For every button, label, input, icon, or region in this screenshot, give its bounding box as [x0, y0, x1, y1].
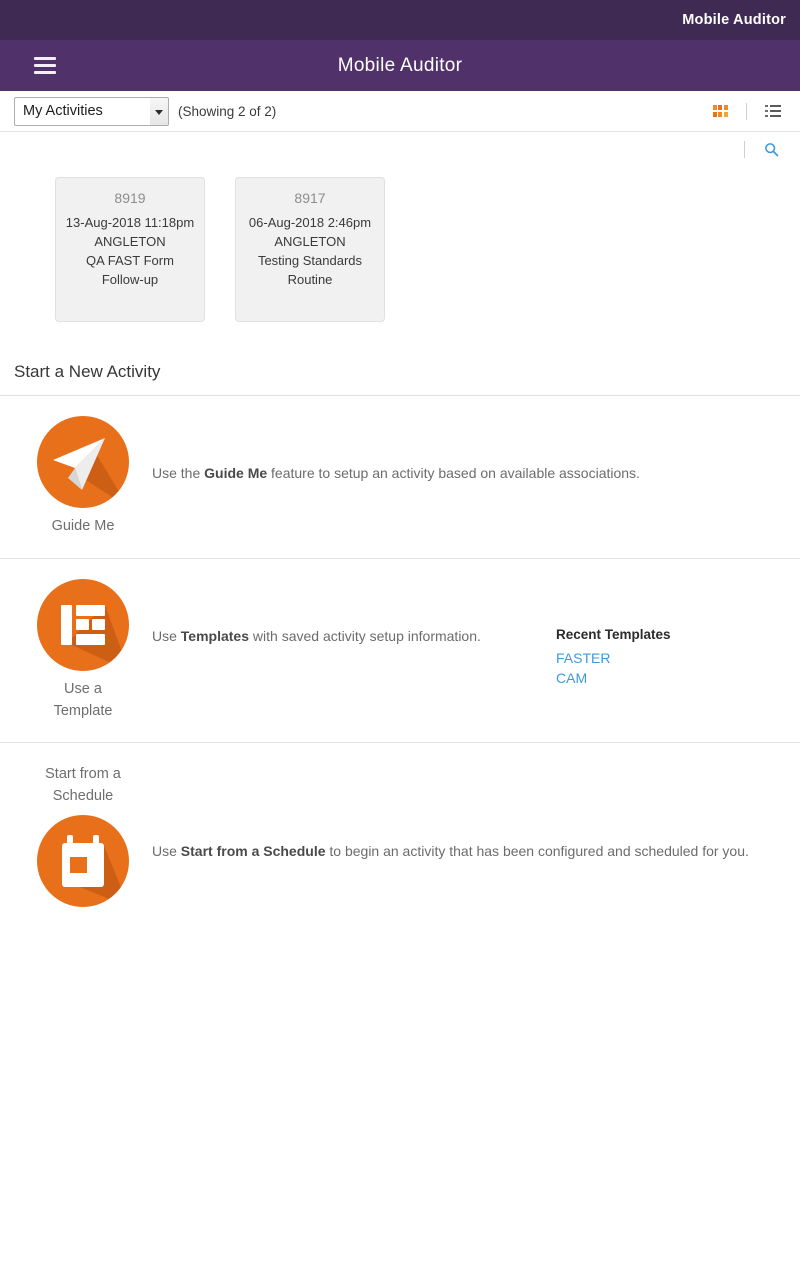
activity-location: ANGLETON [274, 234, 346, 249]
activity-datetime: 13-Aug-2018 11:18pm [65, 215, 195, 230]
desc-pre: Use [152, 843, 181, 859]
filter-toolbar: My Activities (Showing 2 of 2) [0, 91, 800, 132]
activity-type: Routine [287, 272, 333, 287]
search-icon[interactable] [756, 135, 786, 165]
guide-me-row[interactable]: Guide Me Use the Guide Me feature to set… [0, 396, 800, 559]
list-view-icon[interactable] [758, 96, 788, 126]
page-title: Mobile Auditor [337, 54, 463, 76]
activity-form: Testing Standards [257, 253, 363, 268]
schedule-icon-col: Start from a Schedule [14, 763, 152, 907]
new-activity-heading: Start a New Activity [0, 362, 800, 396]
desc-bold: Start from a Schedule [180, 843, 326, 859]
activity-type: Follow-up [101, 272, 159, 287]
activity-card[interactable]: 8919 13-Aug-2018 11:18pm ANGLETON QA FAS… [55, 177, 205, 322]
paper-plane-icon[interactable] [37, 416, 129, 508]
recent-template-link[interactable]: CAM [556, 668, 786, 688]
list-view-glyph [765, 104, 781, 118]
hamburger-bar [34, 64, 56, 67]
guide-me-description: Use the Guide Me feature to setup an act… [152, 416, 786, 483]
template-label-line2: Template [53, 703, 113, 719]
template-icon-col: Use a Template [14, 579, 152, 722]
toolbar-divider [746, 102, 747, 120]
template-layout-icon[interactable] [37, 579, 129, 671]
activity-datetime: 06-Aug-2018 2:46pm [248, 215, 372, 230]
grid-view-icon[interactable] [705, 96, 735, 126]
app-root: Mobile Auditor Mobile Auditor My Activit… [0, 0, 800, 1280]
template-label-line1: Use a [64, 681, 102, 697]
schedule-label-line2: Schedule [52, 788, 114, 804]
top-brand-bar: Mobile Auditor [0, 0, 800, 40]
desc-pre: Use [152, 628, 181, 644]
activity-location: ANGLETON [94, 234, 166, 249]
recent-templates-title: Recent Templates [556, 627, 671, 642]
showing-count-label: (Showing 2 of 2) [178, 103, 277, 119]
desc-post: feature to setup an activity based on av… [267, 465, 640, 481]
recent-templates-panel: Recent Templates FASTER CAM [556, 579, 786, 688]
desc-post: with saved activity setup information. [249, 628, 481, 644]
recent-template-link[interactable]: FASTER [556, 648, 786, 668]
app-bar: Mobile Auditor [0, 40, 800, 91]
template-description: Use Templates with saved activity setup … [152, 579, 556, 646]
activity-form: QA FAST Form [86, 253, 174, 268]
desc-post: to begin an activity that has been confi… [325, 843, 749, 859]
hamburger-bar [34, 71, 56, 74]
guide-me-icon-col: Guide Me [14, 416, 152, 537]
desc-pre: Use the [152, 465, 205, 481]
calendar-icon[interactable] [37, 815, 129, 907]
hamburger-bar [34, 57, 56, 60]
schedule-label-line1: Start from a [45, 766, 121, 782]
desc-bold: Guide Me [204, 465, 268, 481]
use-template-row[interactable]: Use a Template Use Templates with saved … [0, 559, 800, 743]
brand-title: Mobile Auditor [682, 12, 786, 28]
activity-id: 8917 [294, 190, 326, 206]
activity-id: 8919 [114, 190, 146, 206]
desc-bold: Templates [180, 628, 250, 644]
template-label: Use a Template [54, 678, 113, 722]
start-from-schedule-row[interactable]: Start from a Schedule Use Start from a S… [0, 743, 800, 927]
search-divider [744, 141, 745, 158]
activity-filter-select[interactable]: My Activities [14, 96, 169, 126]
guide-me-label: Guide Me [51, 518, 115, 534]
activity-card-list: 8919 13-Aug-2018 11:18pm ANGLETON QA FAS… [0, 167, 800, 322]
activity-card[interactable]: 8917 06-Aug-2018 2:46pm ANGLETON Testing… [235, 177, 385, 322]
grid-view-glyph [712, 105, 728, 117]
schedule-label: Start from a Schedule [45, 763, 121, 807]
hamburger-menu-icon[interactable] [22, 40, 68, 91]
schedule-description: Use Start from a Schedule to begin an ac… [152, 763, 786, 861]
search-toolbar [0, 132, 800, 167]
activity-filter-wrap: My Activities [14, 96, 169, 126]
